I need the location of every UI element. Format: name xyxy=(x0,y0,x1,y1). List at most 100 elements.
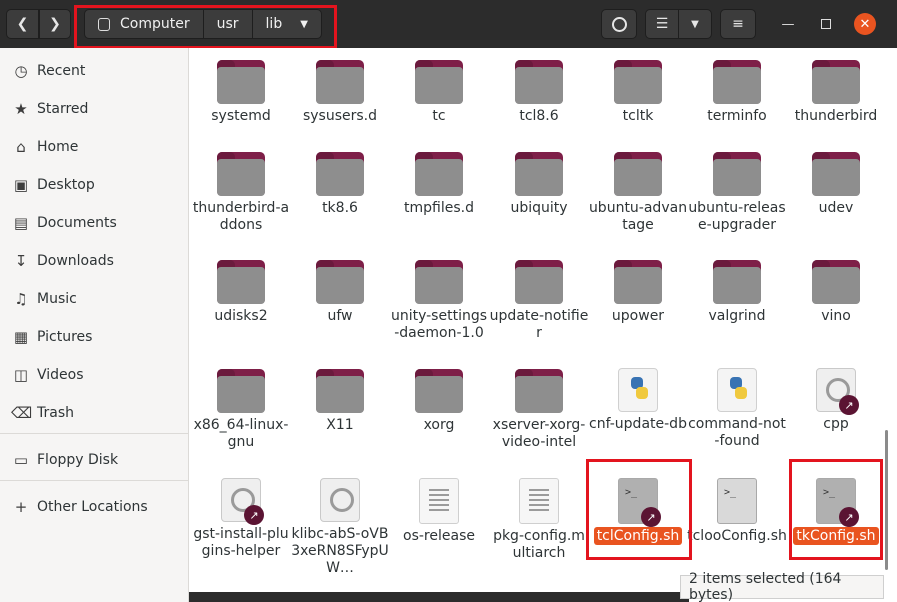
file-item[interactable]: command-not-found xyxy=(687,368,787,450)
folder-icon xyxy=(316,369,364,413)
folder-icon xyxy=(316,260,364,304)
close-button[interactable]: ✕ xyxy=(854,13,876,35)
file-item[interactable]: unity-settings-daemon-1.0 xyxy=(389,260,489,342)
selection-highlight xyxy=(586,459,692,560)
file-item[interactable]: udev xyxy=(786,152,886,217)
file-item[interactable]: ubiquity xyxy=(489,152,589,217)
file-manager-window: ❮ ❯ Computer usr lib ▼ ☰ ▼ ≡ — ✕ ◷ Recen… xyxy=(0,0,897,602)
sidebar-item-label: Videos xyxy=(37,367,84,383)
file-item[interactable]: ↗ cpp xyxy=(786,368,886,433)
sidebar-item-starred[interactable]: ★ Starred xyxy=(0,90,188,128)
sidebar-item-recent[interactable]: ◷ Recent xyxy=(0,52,188,90)
maximize-icon xyxy=(821,19,831,29)
sidebar-item-downloads[interactable]: ↧ Downloads xyxy=(0,242,188,280)
file-item[interactable]: udisks2 xyxy=(191,260,291,325)
shell-script-icon: >_ xyxy=(717,478,757,524)
list-view-button[interactable]: ☰ xyxy=(645,9,679,39)
file-item[interactable]: thunderbird xyxy=(786,60,886,125)
file-item[interactable]: >_ tclooConfig.sh xyxy=(687,478,787,545)
folder-icon xyxy=(515,260,563,304)
file-name: ubuntu-release-upgrader xyxy=(688,200,786,233)
view-options-button[interactable]: ▼ xyxy=(678,9,712,39)
sidebar-item-trash[interactable]: ⌫ Trash xyxy=(0,394,188,432)
back-button[interactable]: ❮ xyxy=(6,9,39,39)
sidebar-item-videos[interactable]: ◫ Videos xyxy=(0,356,188,394)
file-name: sysusers.d xyxy=(302,108,378,124)
file-item[interactable]: klibc-abS-oVB3xeRN8SFypUW… xyxy=(290,478,390,577)
file-item[interactable]: xserver-xorg-video-intel xyxy=(489,369,589,451)
status-bar: 2 items selected (164 bytes) xyxy=(680,571,884,602)
folder-icon xyxy=(217,152,265,196)
file-item[interactable]: X11 xyxy=(290,369,390,434)
sidebar-item-other-locations[interactable]: + Other Locations xyxy=(0,488,188,526)
sidebar-item-label: Home xyxy=(37,139,79,155)
file-item[interactable]: valgrind xyxy=(687,260,787,325)
file-item[interactable]: ubuntu-release-upgrader xyxy=(687,152,787,234)
chevron-right-icon: ❯ xyxy=(49,16,61,32)
folder-icon xyxy=(614,60,662,104)
file-item[interactable]: terminfo xyxy=(687,60,787,125)
sidebar-separator xyxy=(0,480,188,481)
file-item[interactable]: pkg-config.multiarch xyxy=(489,478,589,562)
file-name: thunderbird-addons xyxy=(192,200,290,233)
breadcrumb-highlight xyxy=(74,5,337,49)
search-icon xyxy=(611,16,627,32)
maximize-button[interactable] xyxy=(816,14,836,34)
file-item[interactable]: vino xyxy=(786,260,886,325)
minimize-button[interactable]: — xyxy=(778,14,798,34)
search-button[interactable] xyxy=(601,9,637,39)
executable-gear-icon xyxy=(320,478,360,522)
forward-button[interactable]: ❯ xyxy=(39,9,71,39)
file-item[interactable]: thunderbird-addons xyxy=(191,152,291,234)
file-item[interactable]: sysusers.d xyxy=(290,60,390,125)
file-item[interactable]: tcltk xyxy=(588,60,688,125)
close-icon: ✕ xyxy=(859,16,871,32)
file-item[interactable]: xorg xyxy=(389,369,489,434)
symlink-arrow-icon: ↗ xyxy=(244,505,264,525)
file-item[interactable]: x86_64-linux-gnu xyxy=(191,369,291,451)
sidebar-item-home[interactable]: ⌂ Home xyxy=(0,128,188,166)
file-name: udisks2 xyxy=(214,308,268,324)
sidebar-item-label: Starred xyxy=(37,101,89,117)
file-item[interactable]: os-release xyxy=(389,478,489,545)
folder-icon xyxy=(713,60,761,104)
scrollbar[interactable] xyxy=(885,430,888,570)
folder-icon xyxy=(614,260,662,304)
file-item[interactable]: update-notifier xyxy=(489,260,589,342)
sidebar-item-documents[interactable]: ▤ Documents xyxy=(0,204,188,242)
video-icon: ◫ xyxy=(13,366,29,384)
file-item[interactable]: tk8.6 xyxy=(290,152,390,217)
menu-button[interactable]: ≡ xyxy=(720,9,756,39)
sidebar: ◷ Recent ★ Starred ⌂ Home ▣ Desktop ▤ Do… xyxy=(0,48,189,602)
file-name: tclooConfig.sh xyxy=(687,528,787,544)
sidebar-item-desktop[interactable]: ▣ Desktop xyxy=(0,166,188,204)
folder-icon xyxy=(515,369,563,413)
desktop-icon: ▣ xyxy=(13,176,29,194)
folder-icon xyxy=(812,260,860,304)
file-item[interactable]: ubuntu-advantage xyxy=(588,152,688,234)
file-item[interactable]: ↗ gst-install-plugins-helper xyxy=(191,478,291,560)
file-item[interactable]: tcl8.6 xyxy=(489,60,589,125)
clock-icon: ◷ xyxy=(14,62,28,80)
file-name: xserver-xorg-video-intel xyxy=(492,417,586,450)
file-item[interactable]: systemd xyxy=(191,60,291,125)
file-item[interactable]: tc xyxy=(389,60,489,125)
file-item[interactable]: ufw xyxy=(290,260,390,325)
file-name: tmpfiles.d xyxy=(404,200,474,216)
sidebar-item-pictures[interactable]: ▦ Pictures xyxy=(0,318,188,356)
symlink-arrow-icon: ↗ xyxy=(839,395,859,415)
file-name: unity-settings-daemon-1.0 xyxy=(390,308,488,341)
picture-icon: ▦ xyxy=(13,328,29,346)
sidebar-item-floppy-disk[interactable]: ▭ Floppy Disk xyxy=(0,441,188,479)
sidebar-item-label: Downloads xyxy=(37,253,114,269)
folder-icon xyxy=(415,152,463,196)
file-item[interactable]: cnf-update-db xyxy=(588,368,688,433)
minimize-icon: — xyxy=(781,16,795,32)
folder-icon xyxy=(316,60,364,104)
file-item[interactable]: tmpfiles.d xyxy=(389,152,489,217)
sidebar-item-music[interactable]: ♫ Music xyxy=(0,280,188,318)
document-icon: ▤ xyxy=(13,214,29,232)
file-item[interactable]: upower xyxy=(588,260,688,325)
file-name: terminfo xyxy=(707,108,767,124)
file-name: os-release xyxy=(403,528,475,544)
